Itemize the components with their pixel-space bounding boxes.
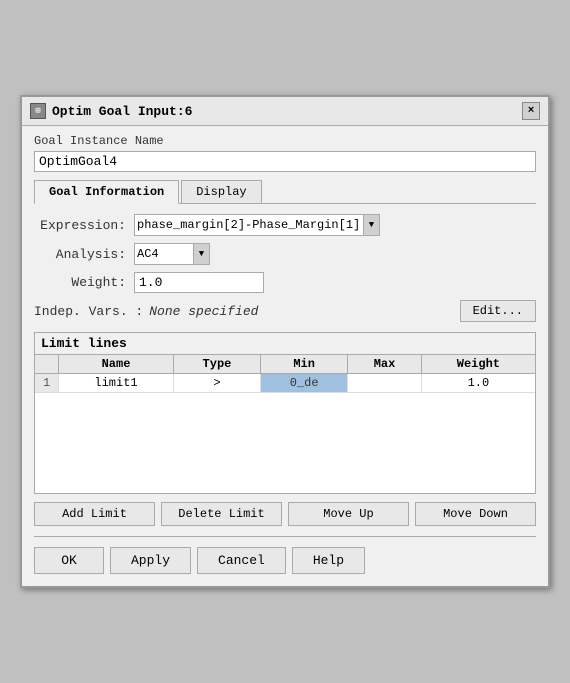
limit-lines-section: Limit lines Name Type Min Max Weight 1	[34, 332, 536, 494]
indep-vars-left: Indep. Vars. : None specified	[34, 304, 258, 319]
tab-bar: Goal Information Display	[34, 180, 536, 204]
expression-select[interactable]: phase_margin[2]-Phase_Margin[1]	[134, 214, 364, 236]
col-name: Name	[59, 355, 174, 374]
limit-lines-title: Limit lines	[35, 333, 535, 355]
indep-vars-label: Indep. Vars. :	[34, 304, 143, 319]
expression-row: Expression: phase_margin[2]-Phase_Margin…	[34, 214, 536, 236]
col-max: Max	[348, 355, 422, 374]
title-bar-left: ⊞ Optim Goal Input:6	[30, 103, 192, 119]
row-min-1[interactable]: 0_de	[261, 374, 348, 393]
table-row: 1 limit1 > 0_de 1.0	[35, 374, 535, 393]
analysis-select-wrapper: AC4 ▼	[134, 243, 210, 265]
ok-button[interactable]: OK	[34, 547, 104, 574]
add-limit-button[interactable]: Add Limit	[34, 502, 155, 526]
window-title: Optim Goal Input:6	[52, 104, 192, 119]
goal-instance-input[interactable]	[34, 151, 536, 172]
move-down-button[interactable]: Move Down	[415, 502, 536, 526]
edit-button[interactable]: Edit...	[460, 300, 536, 322]
analysis-label: Analysis:	[34, 247, 134, 262]
move-up-button[interactable]: Move Up	[288, 502, 409, 526]
weight-label: Weight:	[34, 275, 134, 290]
delete-limit-button[interactable]: Delete Limit	[161, 502, 282, 526]
row-type-1[interactable]: >	[173, 374, 260, 393]
table-empty-rows	[35, 393, 535, 493]
limit-lines-table: Name Type Min Max Weight 1 limit1 > 0_de	[35, 355, 535, 493]
action-button-row: Add Limit Delete Limit Move Up Move Down	[34, 502, 536, 526]
goal-instance-label: Goal Instance Name	[34, 134, 536, 148]
table-header-row: Name Type Min Max Weight	[35, 355, 535, 374]
row-max-1[interactable]	[348, 374, 422, 393]
close-button[interactable]: ×	[522, 102, 540, 120]
expression-dropdown-arrow[interactable]: ▼	[364, 214, 380, 236]
analysis-select[interactable]: AC4	[134, 243, 194, 265]
weight-row: Weight:	[34, 272, 536, 293]
weight-input[interactable]	[134, 272, 264, 293]
cancel-button[interactable]: Cancel	[197, 547, 286, 574]
indep-vars-value: None specified	[149, 304, 258, 319]
bottom-button-row: OK Apply Cancel Help	[34, 543, 536, 578]
row-weight-1[interactable]: 1.0	[421, 374, 535, 393]
row-num-1: 1	[35, 374, 59, 393]
col-min: Min	[261, 355, 348, 374]
expression-select-wrapper: phase_margin[2]-Phase_Margin[1] ▼	[134, 214, 380, 236]
col-rownum	[35, 355, 59, 374]
analysis-row: Analysis: AC4 ▼	[34, 243, 536, 265]
col-weight: Weight	[421, 355, 535, 374]
expression-label: Expression:	[34, 218, 134, 233]
row-name-1[interactable]: limit1	[59, 374, 174, 393]
window-body: Goal Instance Name Goal Information Disp…	[22, 126, 548, 586]
divider	[34, 536, 536, 537]
indep-vars-row: Indep. Vars. : None specified Edit...	[34, 300, 536, 322]
window-icon: ⊞	[30, 103, 46, 119]
tab-goal-information[interactable]: Goal Information	[34, 180, 179, 204]
tab-display[interactable]: Display	[181, 180, 261, 203]
analysis-dropdown-arrow[interactable]: ▼	[194, 243, 210, 265]
title-bar: ⊞ Optim Goal Input:6 ×	[22, 97, 548, 126]
apply-button[interactable]: Apply	[110, 547, 191, 574]
col-type: Type	[173, 355, 260, 374]
main-window: ⊞ Optim Goal Input:6 × Goal Instance Nam…	[20, 95, 550, 588]
help-button[interactable]: Help	[292, 547, 365, 574]
